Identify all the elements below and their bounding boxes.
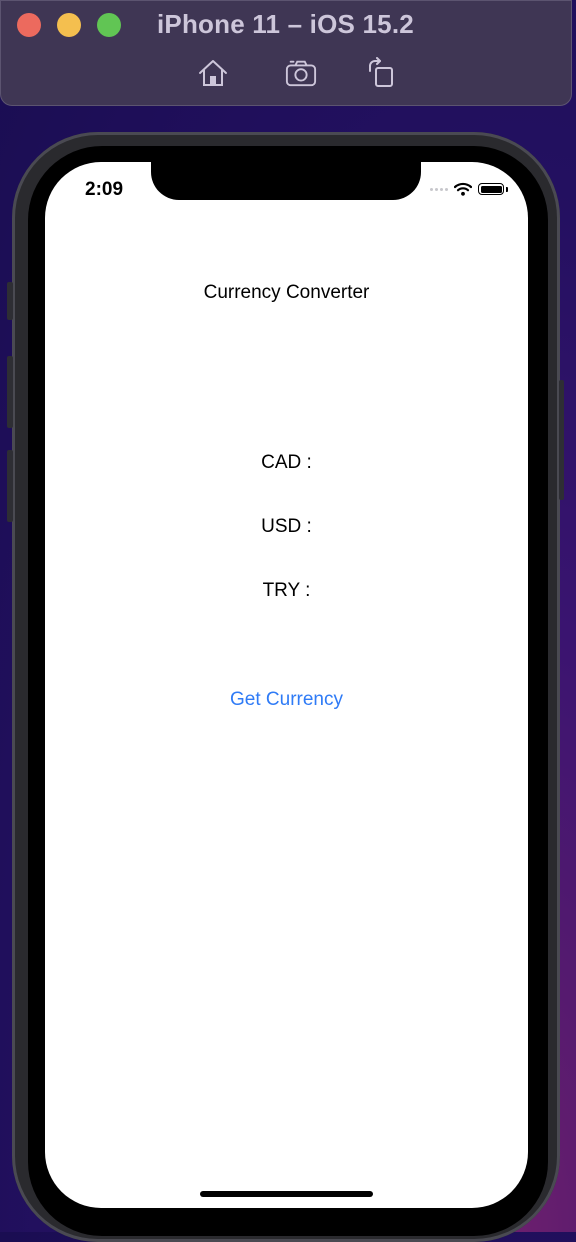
volume-down-button bbox=[7, 450, 13, 522]
power-button bbox=[559, 380, 564, 500]
battery-cap bbox=[506, 186, 508, 192]
minimize-window-button[interactable] bbox=[57, 13, 81, 37]
app-title: Currency Converter bbox=[203, 282, 370, 303]
home-button[interactable] bbox=[197, 57, 229, 89]
home-icon bbox=[199, 60, 227, 86]
screenshot-button[interactable] bbox=[285, 57, 317, 89]
wifi-icon bbox=[454, 182, 472, 196]
status-icons bbox=[430, 182, 508, 196]
close-window-button[interactable] bbox=[17, 13, 41, 37]
rotate-icon bbox=[369, 57, 393, 87]
volume-up-button bbox=[7, 356, 13, 428]
simulator-title: iPhone 11 – iOS 15.2 bbox=[157, 9, 414, 39]
get-currency-button[interactable]: Get Currency bbox=[45, 689, 528, 711]
screenshot-icon bbox=[285, 60, 317, 87]
mute-switch bbox=[7, 282, 13, 320]
zoom-window-button[interactable] bbox=[97, 13, 121, 37]
try-rate-label: TRY : bbox=[262, 580, 311, 601]
simulator-toolbar: iPhone 11 – iOS 15.2 bbox=[0, 0, 572, 106]
signal-icon bbox=[430, 187, 448, 191]
battery-icon bbox=[478, 183, 504, 195]
home-indicator[interactable] bbox=[200, 1191, 373, 1197]
usd-rate-label: USD : bbox=[261, 516, 312, 537]
rotate-button[interactable] bbox=[365, 57, 397, 89]
status-time: 2:09 bbox=[85, 179, 124, 200]
cad-rate-label: CAD : bbox=[261, 452, 312, 473]
notch bbox=[151, 162, 421, 200]
device-screen: 2:09 Currency Converter CAD : USD : TRY … bbox=[45, 162, 528, 1208]
